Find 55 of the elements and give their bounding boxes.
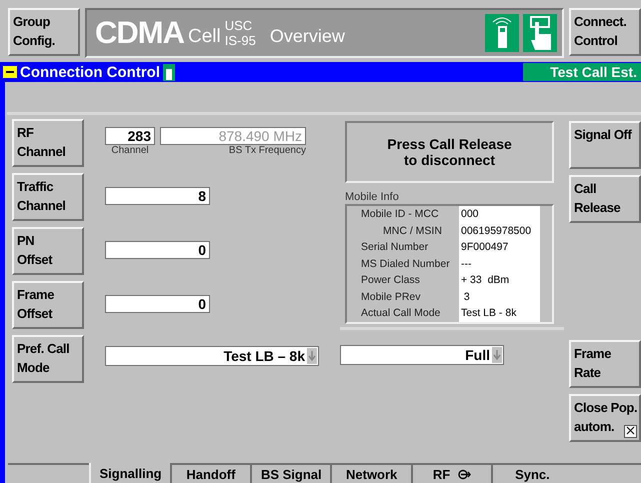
frame-rate-button[interactable]: Frame Rate [569, 340, 641, 388]
channel-field[interactable]: 283 [105, 127, 155, 145]
dropdown-arrow-icon[interactable] [492, 346, 502, 362]
info-label: Mobile PRev [360, 290, 422, 304]
field-caption: Channel [110, 145, 150, 156]
checkbox[interactable] [624, 425, 637, 438]
value-field[interactable]: 0 [105, 241, 210, 259]
info-value: 000 [459, 206, 540, 222]
cell-label: Cell [188, 26, 221, 48]
info-label: Actual Call Mode [360, 306, 442, 321]
mobile-phone-icon[interactable] [485, 14, 519, 52]
info-value: 006195978500 [459, 222, 540, 239]
info-label: Serial Number [360, 240, 430, 255]
connector-icon [458, 468, 472, 480]
tab[interactable]: Sync. [491, 463, 572, 483]
group-config-button[interactable]: Group Config. [8, 8, 80, 56]
connect-control-button[interactable]: Connect. Control [569, 8, 641, 56]
notice-panel: Press Call Release to disconnect [345, 121, 554, 183]
value-field[interactable]: 0 [105, 295, 210, 313]
tab[interactable]: BS Signal [250, 463, 330, 483]
info-value: + 33 dBm [459, 272, 540, 288]
call-mode-dropdown[interactable]: Test LB – 8k [105, 346, 319, 366]
info-value: 3 [459, 288, 540, 305]
dropdown-arrow-icon[interactable] [307, 348, 317, 364]
tab[interactable]: RF [410, 463, 492, 483]
frequency-field: 878.490 MHz [160, 127, 306, 145]
tab[interactable]: Network [330, 463, 411, 483]
info-label: Power Class [360, 273, 421, 288]
info-value: 9F000497 [459, 239, 540, 256]
info-label: MNC / MSIN [382, 224, 443, 238]
frame-rate-dropdown[interactable]: Full [340, 344, 504, 364]
band-label: USC IS-95 [224, 18, 256, 48]
minimize-icon[interactable] [3, 66, 17, 78]
info-label: Mobile ID - MCC [360, 207, 440, 222]
parameter-button[interactable]: PN Offset [12, 227, 84, 275]
value-field[interactable]: 8 [105, 187, 210, 205]
connection-status: Test Call Est. [523, 63, 641, 81]
info-label: MS Dialed Number [360, 256, 451, 272]
system-title: CDMA [95, 15, 184, 51]
tab[interactable]: Handoff [170, 463, 250, 483]
window-title: Connection Control [20, 64, 160, 80]
info-value: --- [459, 256, 540, 272]
action-button[interactable]: Signal Off [569, 121, 641, 169]
close-popup-button[interactable]: Close Pop. autom. [569, 394, 641, 442]
action-button[interactable]: Call Release [569, 175, 641, 223]
hand-pointer-icon[interactable] [523, 14, 557, 52]
mobile-info-label: Mobile Info [345, 191, 400, 203]
mobile-phone-icon [162, 64, 175, 80]
parameter-button[interactable]: RF Channel [12, 119, 84, 167]
parameter-button[interactable]: Pref. Call Mode [12, 335, 84, 383]
view-title: Overview [270, 26, 346, 46]
info-value: Test LB - 8k [459, 305, 540, 322]
field-caption: BS Tx Frequency [228, 145, 306, 156]
parameter-button[interactable]: Traffic Channel [12, 173, 84, 221]
parameter-button[interactable]: Frame Offset [12, 281, 84, 329]
